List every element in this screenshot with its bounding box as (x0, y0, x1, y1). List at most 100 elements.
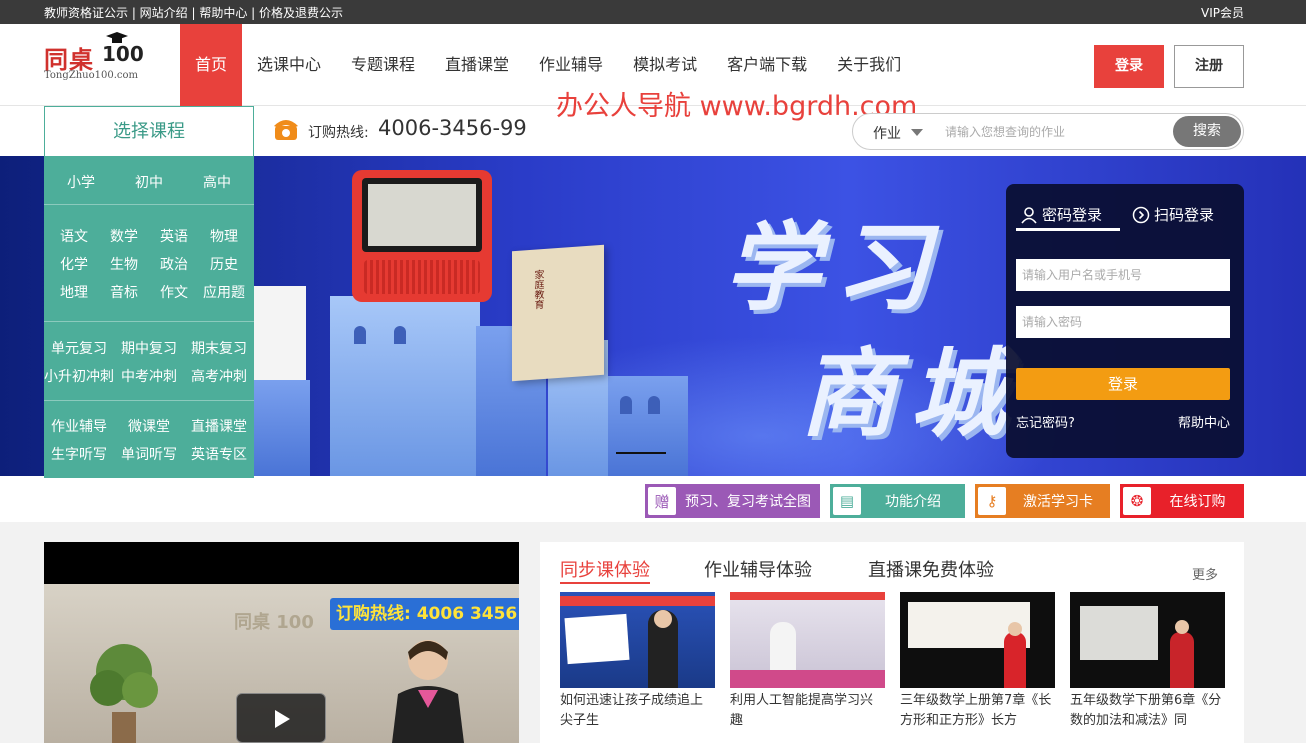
tab-qr-label: 扫码登录 (1154, 206, 1215, 224)
category-panel: 小学 初中 高中 语文 数学 英语 物理 化学 生物 政治 历史 地理 音标 作… (44, 156, 254, 478)
subject-item[interactable]: 语文 (49, 226, 99, 246)
search-box: 作业 搜索 (852, 113, 1244, 150)
top-utility-bar: 教师资格证公示 | 网站介绍 | 帮助中心 | 价格及退费公示 VIP会员 (0, 0, 1306, 24)
feature-label: 在线订购 (1169, 494, 1226, 510)
vip-link[interactable]: VIP会员 (1201, 4, 1244, 21)
banner-title-line1: 学习 (724, 212, 944, 324)
review-item[interactable]: 高考冲刺 (184, 366, 254, 386)
learning-device-image (352, 170, 492, 302)
subject-item[interactable]: 作文 (149, 282, 199, 302)
chevron-down-icon[interactable] (911, 129, 923, 136)
tool-item[interactable]: 直播课堂 (184, 416, 254, 436)
divider (44, 321, 254, 322)
select-course-title[interactable]: 选择课程 (44, 106, 254, 156)
tab-password-login[interactable]: 密码登录 (1020, 204, 1102, 225)
banner-building (254, 380, 310, 476)
subject-item[interactable]: 音标 (99, 282, 149, 302)
feature-button-preview[interactable]: 赠 预习、复习考试全图 (645, 484, 820, 518)
divider (44, 400, 254, 401)
register-button[interactable]: 注册 (1174, 45, 1244, 88)
subject-item[interactable]: 地理 (49, 282, 99, 302)
username-input[interactable] (1016, 259, 1230, 291)
nav-item-course-center[interactable]: 选课中心 (242, 24, 336, 106)
course-title: 三年级数学上册第7章《长方形和正方形》长方 (900, 693, 1052, 728)
logo-number: 100 (102, 42, 144, 66)
panel-login-button[interactable]: 登录 (1016, 368, 1230, 400)
tool-item[interactable]: 英语专区 (184, 444, 254, 464)
search-category-select[interactable]: 作业 (873, 123, 901, 143)
subject-item[interactable]: 生物 (99, 254, 149, 274)
tab-live-free[interactable]: 直播课免费体验 (868, 556, 994, 582)
subject-item[interactable]: 应用题 (199, 282, 249, 302)
course-title: 五年级数学下册第6章《分数的加法和减法》同 (1070, 693, 1222, 728)
review-item[interactable]: 中考冲刺 (114, 366, 184, 386)
subject-item[interactable]: 化学 (49, 254, 99, 274)
feature-button-intro[interactable]: ▤ 功能介绍 (830, 484, 965, 518)
tab-homework-help[interactable]: 作业辅导体验 (704, 556, 812, 582)
course-thumbnail (560, 592, 715, 688)
level-senior[interactable]: 高中 (183, 172, 251, 192)
tool-item[interactable]: 生字听写 (44, 444, 114, 464)
tab-qr-login[interactable]: 扫码登录 (1132, 204, 1214, 225)
password-input[interactable] (1016, 306, 1230, 338)
subject-item[interactable]: 英语 (149, 226, 199, 246)
user-icon (1021, 206, 1037, 224)
forgot-password-link[interactable]: 忘记密码? (1016, 412, 1075, 431)
tool-row: 作业辅导 微课堂 直播课堂 (44, 416, 254, 436)
active-tab-underline (560, 582, 650, 584)
site-logo[interactable]: 同桌 100 TongZhuo100.com (44, 32, 144, 88)
subject-row: 化学 生物 政治 历史 (44, 254, 254, 274)
review-row: 小升初冲刺 中考冲刺 高考冲刺 (44, 366, 254, 386)
course-card[interactable]: 三年级数学上册第7章《长方形和正方形》长方 (900, 592, 1055, 731)
search-button[interactable]: 搜索 (1173, 116, 1241, 147)
course-card[interactable]: 如何迅速让孩子成绩追上尖子生 (560, 592, 715, 731)
subject-item[interactable]: 物理 (199, 226, 249, 246)
level-junior[interactable]: 初中 (115, 172, 183, 192)
nav-item-live-class[interactable]: 直播课堂 (430, 24, 524, 106)
video-hotline-banner: 订购热线: 4006 3456 99 (330, 598, 519, 630)
book-image: 家庭教育 (512, 244, 604, 382)
subject-item[interactable]: 数学 (99, 226, 149, 246)
course-card[interactable]: 利用人工智能提高学习兴趣 (730, 592, 885, 731)
hotline-number: 4006-3456-99 (378, 116, 527, 140)
feature-button-order[interactable]: ❂ 在线订购 (1120, 484, 1244, 518)
search-input[interactable] (945, 122, 1165, 142)
hotline-label: 订购热线: (308, 125, 369, 141)
chevron-circle-icon (1132, 206, 1150, 223)
review-item[interactable]: 期末复习 (184, 338, 254, 358)
tool-item[interactable]: 作业辅导 (44, 416, 114, 436)
nav-item-topic-courses[interactable]: 专题课程 (336, 24, 430, 106)
subject-item[interactable]: 政治 (149, 254, 199, 274)
document-icon: ▤ (833, 487, 861, 515)
tool-item[interactable]: 单词听写 (114, 444, 184, 464)
review-item[interactable]: 期中复习 (114, 338, 184, 358)
top-links[interactable]: 教师资格证公示 | 网站介绍 | 帮助中心 | 价格及退费公示 (44, 4, 343, 21)
nav-item-home[interactable]: 首页 (180, 24, 242, 106)
course-thumbnail (900, 592, 1055, 688)
review-item[interactable]: 小升初冲刺 (44, 366, 114, 386)
course-thumbnail (730, 592, 885, 688)
login-button[interactable]: 登录 (1094, 45, 1164, 88)
carousel-indicator[interactable] (616, 452, 666, 454)
key-icon: ⚷ (978, 487, 1006, 515)
review-row: 单元复习 期中复习 期末复习 (44, 338, 254, 358)
subject-item[interactable]: 历史 (199, 254, 249, 274)
course-card[interactable]: 五年级数学下册第6章《分数的加法和减法》同 (1070, 592, 1225, 731)
level-primary[interactable]: 小学 (47, 172, 115, 192)
banner-building (330, 296, 480, 476)
feature-label: 功能介绍 (885, 494, 941, 510)
course-thumbnail (1070, 592, 1225, 688)
feature-label: 预习、复习考试全图 (685, 494, 811, 510)
play-icon[interactable] (236, 693, 326, 743)
tab-sync-course[interactable]: 同步课体验 (560, 556, 650, 582)
flame-icon: ❂ (1123, 487, 1151, 515)
presenter-image (392, 640, 464, 743)
more-link[interactable]: 更多 (1192, 564, 1218, 583)
gift-icon: 赠 (648, 487, 676, 515)
course-title: 利用人工智能提高学习兴趣 (730, 693, 874, 728)
feature-button-activate[interactable]: ⚷ 激活学习卡 (975, 484, 1110, 518)
help-center-link[interactable]: 帮助中心 (1178, 412, 1230, 431)
promo-video-player[interactable]: 同桌 100 订购热线: 4006 3456 99 (44, 542, 519, 743)
review-item[interactable]: 单元复习 (44, 338, 114, 358)
tool-item[interactable]: 微课堂 (114, 416, 184, 436)
